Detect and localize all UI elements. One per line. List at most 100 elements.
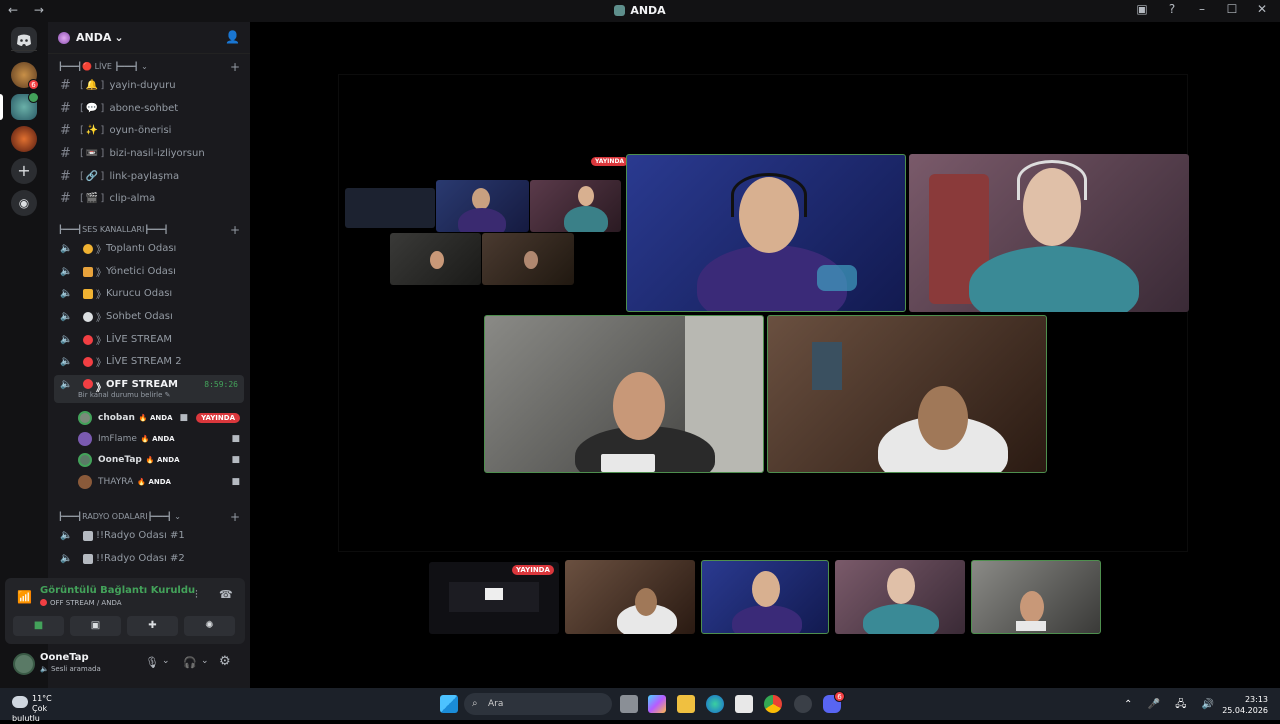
- discord-taskbar-icon[interactable]: 6: [823, 691, 845, 713]
- voice-channel[interactable]: 🔈 》 Yönetici Odası: [54, 261, 244, 282]
- voice-channel[interactable]: 🔈 》 Toplantı Odası: [54, 238, 244, 259]
- chevron-down-icon[interactable]: ⌄: [162, 656, 170, 666]
- voice-channel[interactable]: 🔈 》 Sohbet Odası: [54, 306, 244, 327]
- chat-bubble-icon: [83, 311, 93, 322]
- hash-icon: #: [60, 191, 71, 206]
- live-badge: YAYINDA: [196, 413, 240, 423]
- soundboard-button[interactable]: ✺: [184, 616, 235, 636]
- video-thumbnail[interactable]: [390, 233, 481, 285]
- edge-icon[interactable]: [706, 695, 724, 713]
- chevron-down-icon[interactable]: ⌄: [201, 656, 209, 666]
- add-server-icon[interactable]: +: [11, 158, 37, 184]
- add-channel-icon[interactable]: +: [230, 60, 240, 74]
- voice-member[interactable]: ImFlame 🔥 ANDA ■: [78, 429, 244, 449]
- server-icon-2[interactable]: [11, 92, 39, 120]
- store-icon[interactable]: [735, 695, 753, 713]
- voice-member[interactable]: OoneTap 🔥 ANDA ■: [78, 450, 244, 470]
- server-icon-1[interactable]: 6: [11, 62, 39, 90]
- add-channel-icon[interactable]: +: [230, 223, 240, 237]
- inbox-icon[interactable]: ▣: [1134, 2, 1150, 16]
- speaker-icon: 🔈: [60, 288, 73, 299]
- noise-suppression-icon[interactable]: ⫶: [195, 588, 198, 602]
- voice-channel[interactable]: 🔈 !!Radyo Odası #1: [54, 525, 244, 546]
- discover-icon[interactable]: ◉: [11, 190, 37, 216]
- text-channel[interactable]: #[🎬] clip-alma: [54, 188, 244, 209]
- microphone-icon[interactable]: 🎙: [145, 656, 159, 669]
- channel-emoji: 🎬: [85, 193, 99, 204]
- add-channel-icon[interactable]: +: [230, 510, 240, 524]
- task-view-icon[interactable]: [620, 695, 638, 713]
- live-badge: YAYINDA: [512, 565, 554, 575]
- video-tile-speaking[interactable]: [484, 315, 764, 473]
- video-thumbnail-speaking[interactable]: [971, 560, 1101, 634]
- video-stage: YAYINDA YAYINDA: [250, 22, 1280, 688]
- signal-icon: 📶: [17, 590, 32, 604]
- disconnect-icon[interactable]: ☎: [219, 588, 233, 601]
- video-thumbnail[interactable]: [436, 180, 529, 232]
- video-thumbnail[interactable]: [530, 180, 621, 232]
- channel-emoji: ✨: [85, 125, 99, 136]
- trophy-icon: [83, 266, 93, 277]
- app-icon: [614, 5, 626, 16]
- live-badge: YAYINDA: [591, 157, 629, 166]
- file-explorer-icon[interactable]: [677, 695, 695, 713]
- invite-icon[interactable]: 👤: [225, 30, 240, 44]
- channel-emoji: 📼: [85, 148, 99, 159]
- start-button[interactable]: [440, 695, 458, 713]
- user-status: 🔈 Sesli aramada: [40, 665, 101, 673]
- notification-badge: 6: [834, 691, 845, 702]
- microsoft365-icon[interactable]: [648, 695, 666, 713]
- close-button[interactable]: ✕: [1254, 2, 1270, 16]
- camera-button[interactable]: ■: [13, 616, 64, 636]
- category-radio[interactable]: ┣━━━┫RADYO ODALARI┣━━━┫ ⌄ +: [58, 510, 244, 524]
- camera-icon: ■: [231, 477, 240, 487]
- text-channel[interactable]: #[✨] oyun-önerisi: [54, 120, 244, 141]
- speaker-icon: 🔈: [60, 553, 73, 564]
- video-tile[interactable]: [909, 154, 1189, 312]
- voice-channel[interactable]: 🔈 !!Radyo Odası #2: [54, 548, 244, 569]
- voice-member[interactable]: choban 🔥 ANDA ■ YAYINDA: [78, 408, 244, 428]
- activities-button[interactable]: ✚: [127, 616, 178, 636]
- video-thumbnail[interactable]: [835, 560, 965, 634]
- text-channel[interactable]: #[📼] bizi-nasil-izliyorsun: [54, 143, 244, 164]
- avatar: [78, 432, 92, 446]
- minimize-button[interactable]: –: [1194, 2, 1210, 16]
- category-live[interactable]: ┣━━━┫🔴 LİVE ┣━━━┫ ⌄ +: [58, 60, 244, 74]
- server-icon-3[interactable]: [11, 126, 37, 152]
- voice-channel[interactable]: 🔈 》 LİVE STREAM: [54, 329, 244, 350]
- hash-icon: #: [60, 78, 71, 93]
- clock[interactable]: 23:13 25.04.2026: [1222, 694, 1268, 716]
- app-icon[interactable]: [794, 695, 812, 713]
- help-icon[interactable]: ?: [1164, 2, 1180, 16]
- avatar[interactable]: [13, 653, 35, 675]
- headphones-icon[interactable]: 🎧: [183, 656, 197, 669]
- gear-icon[interactable]: ⚙: [219, 654, 231, 669]
- text-channel[interactable]: #[🔔] yayin-duyuru: [54, 75, 244, 96]
- video-thumbnail[interactable]: [565, 560, 695, 634]
- camera-icon: ■: [231, 434, 240, 444]
- server-badge: 6: [28, 79, 39, 90]
- system-tray[interactable]: ⌃ 🎤 🖧 🔊: [1124, 697, 1220, 714]
- connection-status[interactable]: Görüntülü Bağlantı Kuruldu: [40, 585, 195, 596]
- avatar: [78, 411, 92, 425]
- connection-location[interactable]: OFF STREAM / ANDA: [40, 599, 122, 607]
- video-thumbnail[interactable]: [345, 188, 435, 228]
- maximize-button[interactable]: ☐: [1224, 2, 1240, 16]
- text-channel[interactable]: #[💬] abone-sohbet: [54, 98, 244, 119]
- channel-status[interactable]: Bir kanal durumu belirle ✎: [78, 391, 171, 399]
- text-channel[interactable]: #[🔗] link-paylaşma: [54, 166, 244, 187]
- search-box[interactable]: ⌕ Ara: [464, 693, 612, 715]
- screen-share-button[interactable]: ▣: [70, 616, 121, 636]
- voice-connection-panel: 📶 Görüntülü Bağlantı Kuruldu OFF STREAM …: [5, 578, 245, 644]
- video-tile-speaking[interactable]: [767, 315, 1047, 473]
- video-tile-speaking[interactable]: [626, 154, 906, 312]
- chrome-icon[interactable]: [764, 695, 782, 713]
- voice-member[interactable]: THAYRA 🔥 ANDA ■: [78, 472, 244, 492]
- video-thumbnail[interactable]: [482, 233, 574, 285]
- voice-channel[interactable]: 🔈 》 LİVE STREAM 2: [54, 351, 244, 372]
- video-thumbnail-speaking[interactable]: [701, 560, 829, 634]
- active-voice-channel[interactable]: 🔈 》 OFF STREAM 8:59:26 Bir kanal durumu be…: [54, 375, 244, 403]
- category-voice[interactable]: ┣━━━┫SES KANALLARI┣━━━┫ +: [58, 223, 244, 237]
- voice-channel[interactable]: 🔈 》 Kurucu Odası: [54, 283, 244, 304]
- guild-header[interactable]: ANDA ⌄ 👤: [48, 22, 250, 54]
